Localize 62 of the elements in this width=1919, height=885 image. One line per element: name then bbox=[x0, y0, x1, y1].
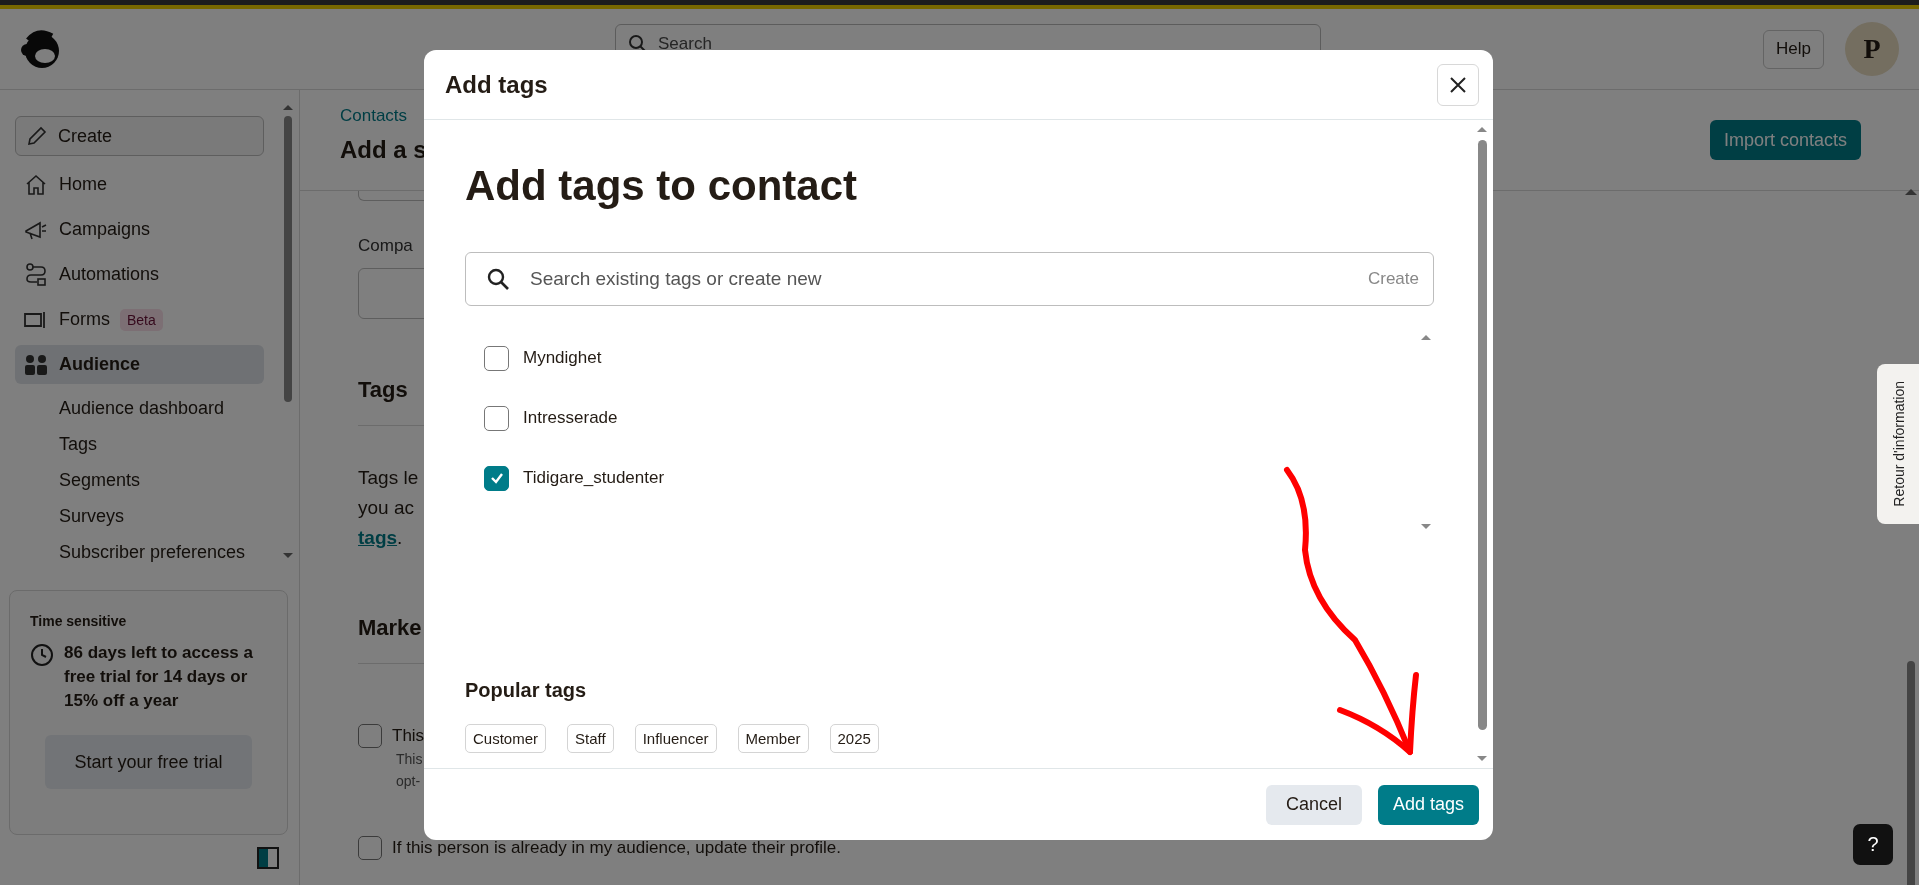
trial-label: Time sensitive bbox=[30, 613, 128, 629]
section-heading: Popular tags bbox=[465, 679, 588, 702]
dialog-title: Add tags bbox=[445, 70, 548, 99]
create-button[interactable]: Create bbox=[15, 116, 264, 156]
tag-label[interactable]: Myndighet bbox=[523, 348, 602, 368]
nav-item[interactable]: Home bbox=[15, 165, 264, 204]
checkbox[interactable] bbox=[358, 724, 382, 748]
tag-chip[interactable]: 2025 bbox=[829, 724, 879, 753]
help-button[interactable]: ? bbox=[1853, 824, 1893, 865]
tag-chip[interactable]: Member bbox=[737, 724, 809, 753]
feedback-tab[interactable]: Retour d'information bbox=[1877, 364, 1919, 524]
checkbox[interactable] bbox=[484, 405, 509, 431]
dialog-heading: Add tags to contact bbox=[465, 162, 858, 210]
checkbox[interactable] bbox=[484, 465, 509, 491]
field-label: Compa bbox=[358, 236, 414, 256]
checkbox-label: If this person is already in my audience, update their profile. bbox=[392, 838, 841, 858]
body-text: Tags le bbox=[358, 467, 419, 488]
nav-subitem[interactable]: Surveys bbox=[59, 498, 299, 534]
create-action[interactable]: Create bbox=[1367, 269, 1419, 289]
clock-icon bbox=[30, 643, 54, 667]
nav-item[interactable]: Forms Beta bbox=[15, 300, 264, 339]
nav-label[interactable]: Audience bbox=[59, 354, 141, 375]
close-button[interactable] bbox=[1437, 63, 1479, 106]
checkbox-label: This bbox=[392, 726, 425, 746]
theme-toggle-icon[interactable] bbox=[257, 847, 279, 869]
trial-message: 86 days left to access a free trial for 14 days or 15% off a year bbox=[64, 642, 254, 712]
nav-subitem[interactable]: Segments bbox=[59, 462, 299, 498]
pencil-icon bbox=[26, 125, 48, 147]
tag-label[interactable]: Tidigare_studenter bbox=[523, 468, 665, 488]
nav-subitem[interactable]: Audience dashboard bbox=[59, 390, 299, 426]
nav-item[interactable]: Campaigns bbox=[15, 210, 264, 249]
add-tags-button[interactable]: Add tags bbox=[1377, 784, 1479, 825]
trial-button[interactable]: Start your free trial bbox=[45, 735, 252, 789]
flow-icon bbox=[23, 261, 49, 288]
close-icon bbox=[1449, 75, 1467, 94]
body-text: you ac bbox=[358, 497, 414, 518]
search-icon bbox=[486, 267, 510, 291]
nav-label[interactable]: Forms bbox=[59, 309, 110, 330]
tag-chip[interactable]: Customer bbox=[465, 724, 547, 753]
checkbox[interactable] bbox=[484, 345, 509, 371]
helper-text: opt- bbox=[396, 772, 422, 791]
tag-chip[interactable]: Staff bbox=[567, 724, 614, 753]
nav-label[interactable]: Home bbox=[59, 174, 107, 195]
nav-label[interactable]: Campaigns bbox=[59, 219, 151, 240]
nav-label[interactable]: Automations bbox=[59, 264, 160, 285]
tag-chip[interactable]: Influencer bbox=[634, 724, 717, 753]
nav-item[interactable]: Audience bbox=[15, 345, 264, 384]
nav-subitem[interactable]: Tags bbox=[59, 426, 299, 462]
cancel-button[interactable]: Cancel bbox=[1265, 784, 1362, 825]
helper-text: This bbox=[396, 750, 424, 769]
tag-search-field[interactable]: Search existing tags or create new Create bbox=[465, 252, 1434, 306]
checkbox[interactable] bbox=[358, 836, 382, 860]
beta-badge: Beta bbox=[120, 308, 163, 331]
body-text: . bbox=[397, 527, 403, 548]
import-contacts-button[interactable]: Import contacts bbox=[1709, 120, 1861, 160]
avatar[interactable]: P bbox=[1845, 22, 1899, 76]
nav-subitem[interactable]: Subscriber preferences bbox=[59, 534, 299, 570]
tags-link[interactable]: tags bbox=[358, 527, 398, 548]
breadcrumb-link[interactable]: Contacts bbox=[340, 106, 427, 126]
search-input[interactable]: Search bbox=[656, 26, 1308, 62]
nav-item[interactable]: Automations bbox=[15, 255, 264, 294]
help-button[interactable]: Help bbox=[1763, 29, 1824, 69]
